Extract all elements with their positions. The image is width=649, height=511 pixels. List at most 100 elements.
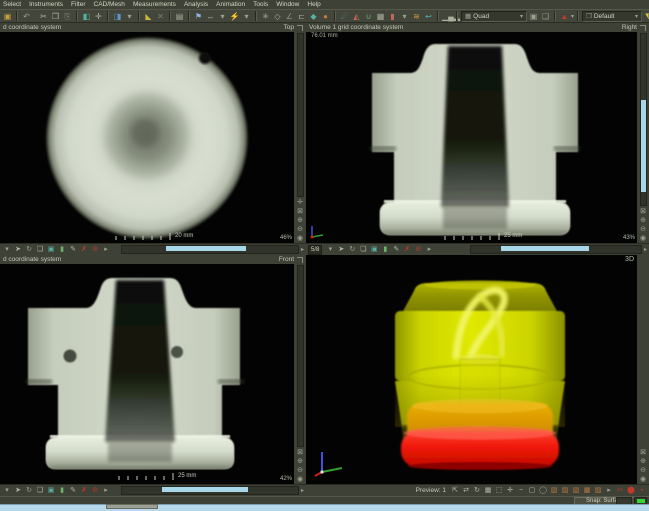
- menu-tools[interactable]: Tools: [253, 1, 268, 9]
- material-cube-icon[interactable]: ◨: [112, 11, 123, 22]
- zoom-100-icon[interactable]: ◉: [637, 475, 649, 484]
- green-bar-icon[interactable]: ▮: [380, 245, 390, 255]
- zoom-out-icon[interactable]: ⊖: [294, 225, 306, 234]
- diamond-icon[interactable]: ◆: [308, 11, 319, 22]
- fit-view-icon[interactable]: ⊠: [637, 448, 649, 457]
- fit-view-icon[interactable]: ⊠: [294, 448, 306, 457]
- material-dropdown-icon[interactable]: ▾: [124, 11, 135, 22]
- copy-icon[interactable]: ❐: [50, 11, 61, 22]
- back-icon[interactable]: ↩: [423, 11, 434, 22]
- rotate-icon[interactable]: ↻: [24, 486, 34, 496]
- view-orientation-label[interactable]: Top: [284, 23, 294, 32]
- report-icon[interactable]: ▤: [174, 11, 185, 22]
- h-scrollbar-track[interactable]: [121, 486, 299, 495]
- v-scrollbar-thumb[interactable]: [641, 100, 646, 192]
- histogram-icon[interactable]: ▁▄▂: [442, 11, 453, 22]
- zoom-in-icon[interactable]: ⊕: [294, 457, 306, 466]
- menu-animation[interactable]: Animation: [216, 1, 245, 9]
- overlay-icon[interactable]: ▣: [46, 245, 56, 255]
- menu-select[interactable]: Select: [3, 1, 21, 9]
- zoom-out-icon[interactable]: ⊖: [294, 466, 306, 475]
- wedge-icon[interactable]: ◭: [351, 11, 362, 22]
- cursor-icon[interactable]: ➤: [336, 245, 346, 255]
- zoom-in-icon[interactable]: ✛: [505, 486, 515, 496]
- pin-icon[interactable]: ▾: [2, 486, 12, 496]
- zoom-in-icon[interactable]: ⊕: [637, 216, 649, 225]
- view-menu-icon[interactable]: [640, 25, 646, 31]
- h-scrollbar-thumb[interactable]: [501, 246, 589, 251]
- v-scrollbar-track[interactable]: [297, 265, 304, 447]
- pin-icon[interactable]: ▾: [2, 245, 12, 255]
- pin-icon[interactable]: ▾: [325, 245, 335, 255]
- menu-filter[interactable]: Filter: [71, 1, 85, 9]
- slice-tool-icon[interactable]: ❏: [358, 245, 368, 255]
- view-layout-combo[interactable]: ▦ Quad ▾: [461, 11, 527, 22]
- clip-box-icon[interactable]: ▩: [582, 486, 592, 496]
- slice-tool-icon[interactable]: ❏: [35, 245, 45, 255]
- zoom-out-icon[interactable]: ⊖: [637, 225, 649, 234]
- distance-icon[interactable]: ↔: [205, 11, 216, 22]
- annotate-icon[interactable]: ✎: [68, 486, 78, 496]
- menu-analysis[interactable]: Analysis: [184, 1, 208, 9]
- caliper-icon[interactable]: ⊏: [296, 11, 307, 22]
- clip-y-icon[interactable]: ▨: [560, 486, 570, 496]
- annotate-icon[interactable]: ✎: [68, 245, 78, 255]
- viewport-3d[interactable]: 3D: [306, 255, 637, 484]
- probe-icon[interactable]: ▮: [387, 11, 398, 22]
- zoom-100-icon[interactable]: ◉: [294, 234, 306, 243]
- view-orientation-label[interactable]: Right: [622, 23, 637, 32]
- cube-icon[interactable]: ▢: [527, 486, 537, 496]
- fit-icon[interactable]: ⇱: [450, 486, 460, 496]
- green-bar-icon[interactable]: ▮: [57, 245, 67, 255]
- menu-window[interactable]: Window: [276, 1, 299, 9]
- play-icon[interactable]: ▸: [604, 486, 614, 496]
- fit-view-icon[interactable]: ⊠: [637, 207, 649, 216]
- v-scrollbar-track[interactable]: [297, 33, 304, 197]
- record-icon[interactable]: ⬤: [626, 486, 636, 496]
- move-icon[interactable]: ✛: [93, 11, 104, 22]
- cage-icon[interactable]: ▦: [375, 11, 386, 22]
- h-scrollbar-thumb[interactable]: [162, 487, 248, 492]
- pan-icon[interactable]: ⇄: [461, 486, 471, 496]
- slice-tool-icon[interactable]: ❏: [35, 486, 45, 496]
- annotate-icon[interactable]: ✎: [391, 245, 401, 255]
- rotate-icon[interactable]: ↻: [24, 245, 34, 255]
- orbit-icon[interactable]: ↻: [472, 486, 482, 496]
- menu-measurements[interactable]: Measurements: [133, 1, 176, 9]
- sphere-icon[interactable]: ●: [320, 11, 331, 22]
- rotate-icon[interactable]: ↻: [347, 245, 357, 255]
- viewport-right-slice[interactable]: 76.01 mm 25 mm 43%: [306, 32, 637, 243]
- snap-tool-icon[interactable]: ☄: [339, 11, 350, 22]
- paste-icon[interactable]: ⎘: [62, 11, 73, 22]
- chevron-down-icon[interactable]: ▾: [571, 13, 574, 20]
- funnel-icon[interactable]: ⧨: [643, 11, 649, 22]
- scroll-right-icon[interactable]: ▸: [301, 246, 304, 253]
- more-icon[interactable]: ▸: [424, 245, 434, 255]
- undo-icon[interactable]: ↶: [21, 11, 32, 22]
- unregister-icon[interactable]: ✄: [615, 486, 625, 496]
- save-layout-icon[interactable]: ▣: [528, 11, 539, 22]
- zoom-out-icon[interactable]: ⊖: [637, 466, 649, 475]
- green-bar-icon[interactable]: ▮: [57, 486, 67, 496]
- zoom-in-icon[interactable]: ⊕: [294, 216, 306, 225]
- flag-icon[interactable]: ⚑: [193, 11, 204, 22]
- clip-off-icon[interactable]: ⊘: [413, 245, 423, 255]
- stop-icon[interactable]: ▪: [637, 486, 647, 496]
- warning-icon[interactable]: ▲: [559, 11, 570, 22]
- view-menu-icon[interactable]: [297, 25, 303, 31]
- cursor-icon[interactable]: ➤: [13, 486, 23, 496]
- cursor-icon[interactable]: ➤: [13, 245, 23, 255]
- segment-icon[interactable]: ◧: [81, 11, 92, 22]
- clip-free-icon[interactable]: ▨: [593, 486, 603, 496]
- view-orientation-label[interactable]: Front: [279, 255, 294, 264]
- overlay-icon[interactable]: ▣: [46, 486, 56, 496]
- measure-off-icon[interactable]: ✗: [402, 245, 412, 255]
- h-scrollbar-thumb[interactable]: [166, 246, 246, 251]
- fit-view-icon[interactable]: ⊠: [294, 207, 306, 216]
- overlay-icon[interactable]: ▣: [369, 245, 379, 255]
- zoom-100-icon[interactable]: ◉: [637, 234, 649, 243]
- draw-icon[interactable]: ◣: [143, 11, 154, 22]
- clip-off-icon[interactable]: ⊘: [90, 486, 100, 496]
- measure-off-icon[interactable]: ✗: [79, 486, 89, 496]
- menu-instruments[interactable]: Instruments: [29, 1, 63, 9]
